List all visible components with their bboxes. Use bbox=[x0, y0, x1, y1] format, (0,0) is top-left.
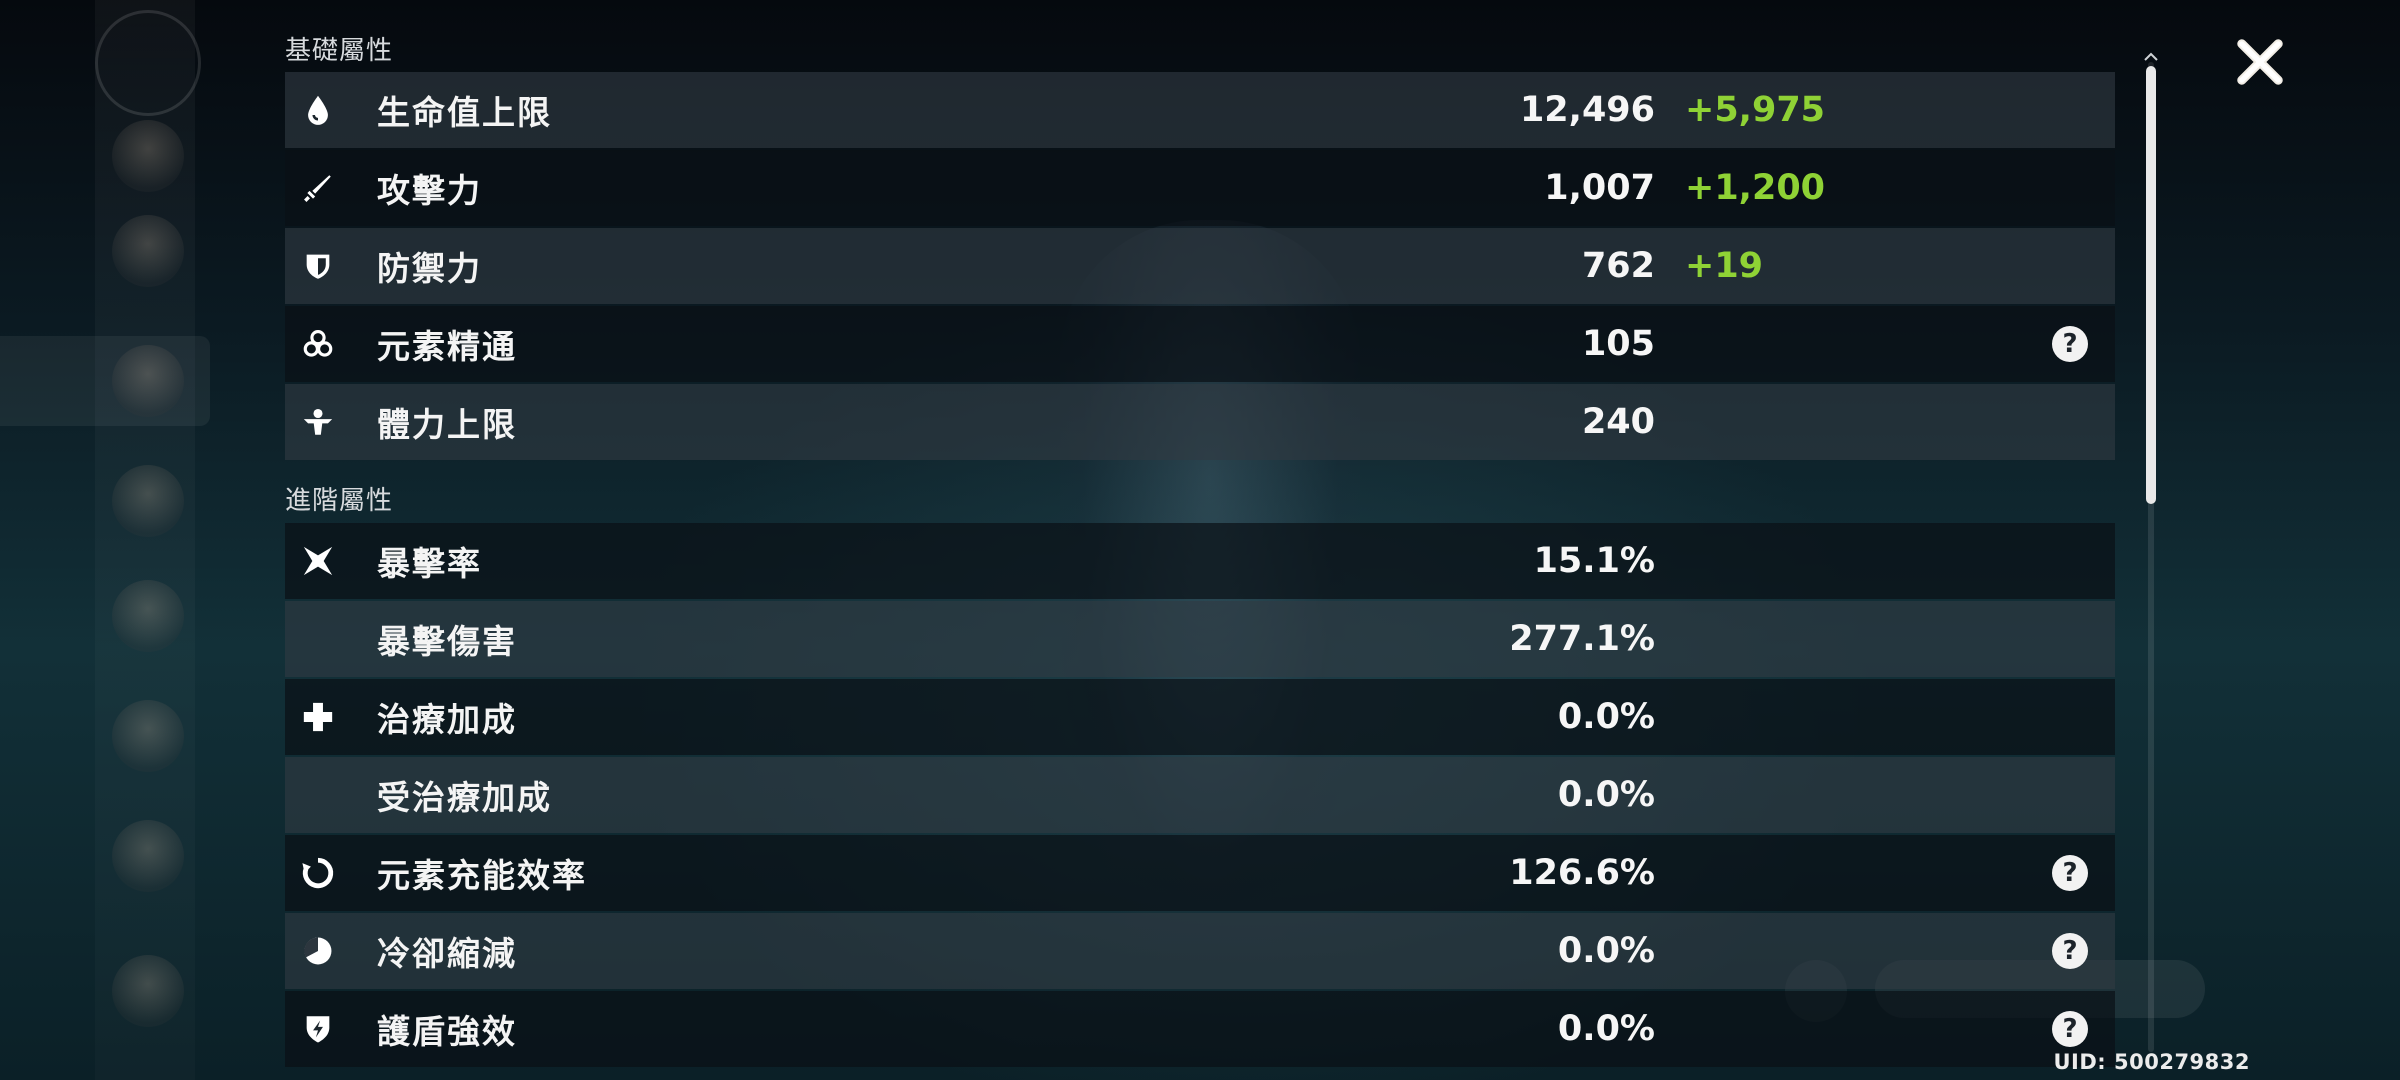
shield-strength-icon bbox=[299, 1010, 337, 1048]
stat-row-energy-recharge: 元素充能效率 126.6% ? bbox=[285, 835, 2115, 911]
background-avatar bbox=[112, 580, 184, 652]
advanced-stats-title: 進階屬性 bbox=[285, 486, 394, 516]
stat-value: 0.0% bbox=[1557, 697, 1655, 737]
stat-row-def: 防禦力 762 +19 bbox=[285, 228, 2115, 304]
stat-label: 暴擊率 bbox=[377, 544, 482, 583]
energy-recharge-icon bbox=[299, 854, 337, 892]
stat-row-crit-rate: 暴擊率 15.1% bbox=[285, 523, 2115, 599]
stat-label: 暴擊傷害 bbox=[377, 622, 517, 661]
stat-row-crit-dmg: 暴擊傷害 277.1% bbox=[285, 601, 2115, 677]
stat-row-shield-strength: 護盾強效 0.0% ? bbox=[285, 991, 2115, 1067]
crit-rate-icon bbox=[299, 542, 337, 580]
hp-droplet-icon bbox=[299, 91, 337, 129]
basic-stats-title: 基礎屬性 bbox=[285, 36, 394, 66]
help-button[interactable]: ? bbox=[2052, 1011, 2088, 1047]
stat-label: 攻擊力 bbox=[377, 171, 482, 210]
stat-label: 防禦力 bbox=[377, 249, 482, 288]
stat-label: 受治療加成 bbox=[377, 778, 552, 817]
stat-row-stamina: 體力上限 240 bbox=[285, 384, 2115, 460]
stat-row-cd-reduction: 冷卻縮減 0.0% ? bbox=[285, 913, 2115, 989]
stat-value: 762 bbox=[1581, 246, 1655, 286]
stat-row-incoming-healing: 受治療加成 0.0% bbox=[285, 757, 2115, 833]
background-avatar bbox=[112, 345, 184, 417]
stat-label: 生命值上限 bbox=[377, 93, 552, 132]
stat-value: 15.1% bbox=[1533, 541, 1655, 581]
help-button[interactable]: ? bbox=[2052, 933, 2088, 969]
stat-value: 0.0% bbox=[1557, 931, 1655, 971]
background-avatar bbox=[112, 955, 184, 1027]
close-icon bbox=[2237, 39, 2283, 85]
stat-bonus: +5,975 bbox=[1685, 90, 1826, 130]
stamina-icon bbox=[299, 403, 337, 441]
background-selected-character bbox=[0, 336, 210, 426]
stat-value: 105 bbox=[1581, 324, 1655, 364]
elemental-mastery-icon bbox=[299, 325, 337, 363]
stat-bonus: +19 bbox=[1685, 246, 1764, 286]
stat-label: 體力上限 bbox=[377, 405, 517, 444]
stat-bonus: +1,200 bbox=[1685, 168, 1826, 208]
stat-value: 0.0% bbox=[1557, 1009, 1655, 1049]
atk-sword-icon bbox=[299, 169, 337, 207]
stat-label: 治療加成 bbox=[377, 700, 517, 739]
help-button[interactable]: ? bbox=[2052, 855, 2088, 891]
stat-value: 12,496 bbox=[1519, 90, 1655, 130]
def-shield-icon bbox=[299, 247, 337, 285]
background-avatar bbox=[112, 465, 184, 537]
help-button[interactable]: ? bbox=[2052, 326, 2088, 362]
background-avatar bbox=[112, 700, 184, 772]
background-element-emblem bbox=[95, 10, 201, 116]
stat-label: 護盾強效 bbox=[377, 1012, 517, 1051]
cd-reduction-icon bbox=[299, 932, 337, 970]
close-button[interactable] bbox=[2228, 30, 2292, 94]
background-avatar bbox=[112, 820, 184, 892]
scrollbar-thumb[interactable] bbox=[2146, 66, 2156, 504]
background-avatar bbox=[112, 120, 184, 192]
stat-label: 元素充能效率 bbox=[377, 856, 587, 895]
background-character-sidebar bbox=[95, 0, 195, 1080]
stat-value: 0.0% bbox=[1557, 775, 1655, 815]
scroll-up-arrow-icon[interactable] bbox=[2143, 52, 2159, 62]
uid-label: UID: 500279832 bbox=[2053, 1050, 2250, 1074]
healing-bonus-icon bbox=[299, 698, 337, 736]
stat-value: 277.1% bbox=[1509, 619, 1655, 659]
stat-value: 126.6% bbox=[1509, 853, 1655, 893]
stat-row-atk: 攻擊力 1,007 +1,200 bbox=[285, 150, 2115, 226]
stat-label: 元素精通 bbox=[377, 327, 517, 366]
stat-row-healing-bonus: 治療加成 0.0% bbox=[285, 679, 2115, 755]
stat-value: 1,007 bbox=[1544, 168, 1655, 208]
stat-row-hp: 生命值上限 12,496 +5,975 bbox=[285, 72, 2115, 148]
stat-label: 冷卻縮減 bbox=[377, 934, 517, 973]
stats-detail-panel: 基礎屬性 生命值上限 12,496 +5,975 攻擊力 1,007 +1,20… bbox=[285, 0, 2115, 1080]
background-avatar bbox=[112, 215, 184, 287]
stat-row-elemental-mastery: 元素精通 105 ? bbox=[285, 306, 2115, 382]
stat-value: 240 bbox=[1581, 402, 1655, 442]
